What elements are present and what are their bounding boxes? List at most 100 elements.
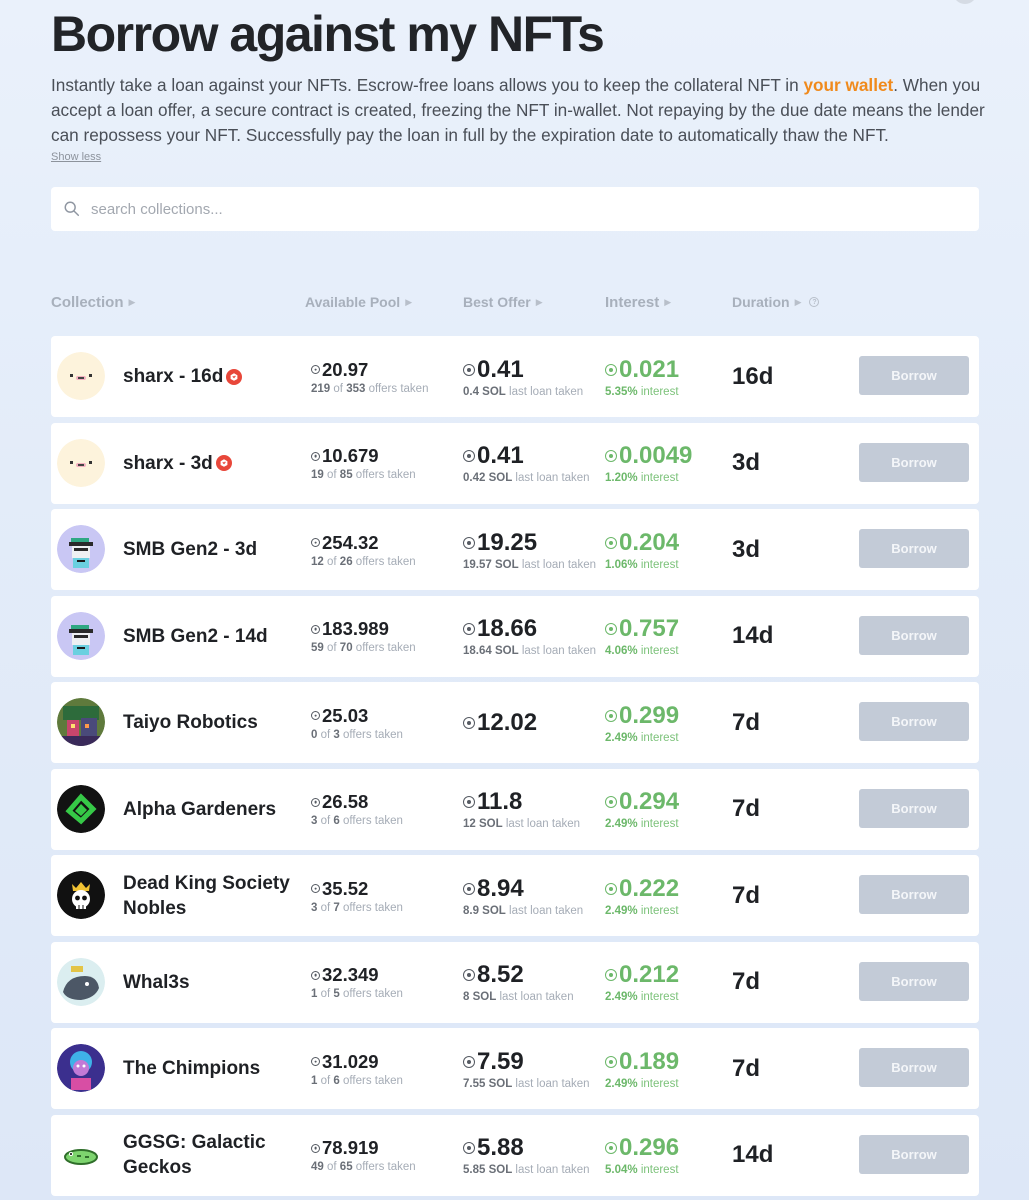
search-input[interactable] [91, 200, 941, 218]
collection-name-text: sharx - 16d [123, 366, 224, 387]
interest: 0.021 5.35% interest [605, 336, 679, 417]
offers-taken-label: offers taken [355, 642, 416, 654]
offers-taken-label: offers taken [368, 382, 429, 395]
pool-amount: 20.97 [322, 358, 369, 380]
collection-name: GGSG: Galactic Geckos [123, 1115, 323, 1196]
interest-amount: 0.294 [619, 788, 680, 815]
interest-label: interest [640, 1077, 679, 1090]
offers-taken-count: 19 [311, 469, 324, 481]
offers-taken: 19 of 85 offers taken [311, 469, 416, 481]
best-offer: 0.41 0.42 SOL last loan taken [463, 423, 590, 504]
collection-header-label: Collection [51, 294, 124, 311]
interest-rate: 1.20% interest [605, 472, 692, 484]
interest-amount: 0.296 [619, 1134, 680, 1161]
sort-arrow-icon: ▶ [128, 297, 136, 307]
alpha-avatar [57, 784, 105, 833]
offers-taken-label: offers taken [343, 988, 403, 1000]
collection-name-text: sharx - 3d [123, 452, 213, 474]
show-less-link[interactable]: Show less [51, 151, 101, 163]
best-offer: 8.52 8 SOL last loan taken [463, 942, 574, 1023]
table-row[interactable]: SMB Gen2 - 14d 183.989 59 of 70 offers tak… [51, 595, 979, 677]
interest-rate: 2.49% interest [605, 818, 679, 830]
interest-percent: 1.06% [605, 558, 638, 571]
sol-icon [605, 1055, 617, 1068]
offers-total-count: 6 [333, 815, 340, 827]
pool-amount: 254.32 [322, 531, 379, 553]
search-icon [64, 201, 80, 217]
pool-amount: 25.03 [322, 704, 369, 726]
borrow-button[interactable]: Borrow [859, 961, 969, 1001]
borrow-button[interactable]: Borrow [859, 702, 969, 741]
offers-taken-label: offers taken [355, 469, 416, 481]
best-offer: 5.88 5.85 SOL last loan taken [463, 1115, 590, 1196]
table-row[interactable]: Dead King Society Nobles 35.52 3 of 7 offe… [51, 855, 979, 936]
offer-column-header[interactable]: Best Offer ▶ [463, 294, 543, 310]
offer-amount: 8.94 [477, 874, 524, 902]
interest-label: interest [640, 904, 679, 917]
pool-amount: 35.52 [322, 877, 369, 899]
borrow-button[interactable]: Borrow [859, 529, 969, 568]
interest-percent: 5.04% [605, 1164, 638, 1176]
sol-icon [605, 796, 617, 808]
loan-duration: 14d [732, 1141, 774, 1168]
table-row[interactable]: sharx - 16d 20.97 219 of 353 offers taken 0… [51, 336, 979, 417]
offer-amount: 0.41 [477, 355, 524, 383]
interest-rate: 1.06% interest [605, 559, 679, 571]
collection-name: Dead King Society Nobles [123, 855, 323, 936]
help-icon[interactable]: ? [809, 297, 820, 307]
last-loan-label: last loan taken [499, 991, 574, 1003]
last-loan-amount: 8.9 SOL [463, 904, 506, 917]
deadking-avatar [57, 871, 105, 919]
interest-amount: 0.021 [619, 355, 680, 383]
of-label: of [327, 469, 337, 481]
available-pool: 25.03 0 of 3 offers taken [311, 682, 403, 763]
interest: 0.0049 1.20% interest [605, 423, 692, 504]
table-row[interactable]: sharx - 3d 10.679 19 of 85 offers taken 0.4… [51, 422, 979, 504]
pool-column-header[interactable]: Available Pool ▶ [305, 294, 412, 310]
borrow-button[interactable]: Borrow [859, 615, 969, 655]
top-right-avatar-edge[interactable] [953, 0, 977, 4]
offer-header-label: Best Offer [463, 294, 531, 310]
duration-column-header[interactable]: Duration ▶? [732, 294, 820, 310]
last-loan-amount: 7.55 SOL [463, 1077, 513, 1090]
table-row[interactable]: GGSG: Galactic Geckos 78.919 49 of 65 offe… [51, 1114, 979, 1196]
borrow-button[interactable]: Borrow [859, 356, 969, 395]
offers-taken: 49 of 65 offers taken [311, 1161, 416, 1173]
collection-name: Taiyo Robotics [123, 682, 323, 763]
sol-icon [605, 536, 617, 549]
borrow-button[interactable]: Borrow [859, 1048, 969, 1087]
borrow-button[interactable]: Borrow [859, 442, 969, 482]
collection-column-header[interactable]: Collection ▶ [51, 294, 135, 311]
borrow-button[interactable]: Borrow [859, 875, 969, 914]
interest-label: interest [640, 645, 679, 657]
offers-taken: 219 of 353 offers taken [311, 383, 428, 395]
intro-paragraph: Instantly take a loan against your NFTs.… [51, 73, 991, 148]
table-row[interactable]: SMB Gen2 - 3d 254.32 12 of 26 offers taken… [51, 509, 979, 590]
duration-header-label: Duration [732, 294, 790, 310]
borrow-button[interactable]: Borrow [859, 788, 969, 828]
collection-name: sharx - 16d [123, 336, 323, 417]
table-row[interactable]: Whal3s 32.349 1 of 5 offers taken 8.52 8 SOL… [51, 941, 979, 1023]
sol-icon [311, 970, 320, 980]
offers-total-count: 6 [333, 1074, 340, 1087]
offer-amount: 12.02 [477, 708, 538, 736]
sol-icon [605, 363, 617, 376]
interest-percent: 1.20% [605, 472, 638, 484]
sort-arrow-icon: ▶ [664, 297, 672, 307]
verified-shield-icon [215, 455, 232, 472]
interest: 0.204 1.06% interest [605, 509, 679, 590]
search-bar[interactable] [51, 187, 979, 231]
last-loan-label: last loan taken [509, 904, 584, 917]
borrow-button[interactable]: Borrow [859, 1134, 969, 1174]
offers-taken-count: 3 [311, 901, 318, 914]
offers-taken-label: offers taken [355, 555, 416, 568]
table-row[interactable]: Taiyo Robotics 25.03 0 of 3 offers taken 12… [51, 682, 979, 763]
table-row[interactable]: The Chimpions 31.029 1 of 6 offers taken 7.… [51, 1028, 979, 1109]
offer-amount: 5.88 [477, 1134, 524, 1161]
interest-column-header[interactable]: Interest ▶ [605, 294, 671, 311]
offers-total-count: 70 [339, 642, 353, 654]
offers-taken-count: 59 [311, 642, 324, 654]
table-row[interactable]: Alpha Gardeners 26.58 3 of 6 offers taken 1… [51, 768, 979, 850]
collection-name: Whal3s [123, 942, 323, 1023]
offers-taken-label: offers taken [355, 1161, 416, 1173]
